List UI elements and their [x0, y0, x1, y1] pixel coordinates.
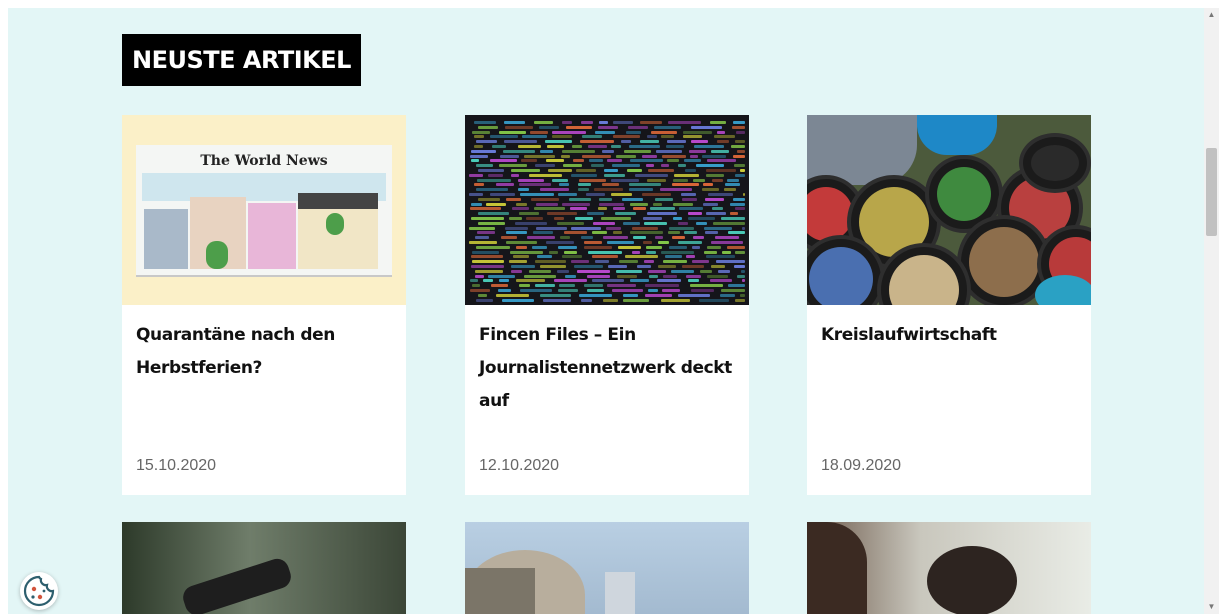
article-date: 15.10.2020 [136, 457, 217, 474]
article-title[interactable]: Kreislaufwirtschaft [821, 319, 1077, 352]
cookie-settings-button[interactable] [20, 572, 58, 610]
article-card[interactable] [807, 522, 1091, 614]
article-card[interactable] [122, 522, 406, 614]
scrollbar-thumb[interactable] [1206, 148, 1217, 236]
article-card[interactable]: Fincen Files – Ein Journalistennetzwerk … [465, 115, 749, 495]
chevron-up-icon[interactable]: ▲ [1204, 8, 1219, 22]
article-card[interactable]: Kreislaufwirtschaft 18.09.2020 [807, 115, 1091, 495]
newspaper-masthead: The World News [200, 153, 328, 169]
article-date: 12.10.2020 [479, 457, 560, 474]
chevron-down-icon[interactable]: ▼ [1204, 600, 1219, 614]
article-thumbnail[interactable] [465, 115, 749, 305]
article-title[interactable]: Fincen Files – Ein Journalistennetzwerk … [479, 319, 735, 418]
cookie-icon [23, 575, 55, 607]
article-card[interactable] [465, 522, 749, 614]
article-thumbnail[interactable]: The World News [122, 115, 406, 305]
section-heading: NEUSTE ARTIKEL [122, 34, 361, 86]
article-date: 18.09.2020 [821, 457, 902, 474]
page-content: NEUSTE ARTIKEL The World News Quarantäne… [8, 8, 1204, 614]
article-title[interactable]: Quarantäne nach den Herbstferien? [136, 319, 392, 385]
article-thumbnail[interactable] [807, 115, 1091, 305]
vertical-scrollbar[interactable]: ▲ ▼ [1204, 8, 1219, 614]
article-card[interactable]: The World News Quarantäne nach den Herbs… [122, 115, 406, 495]
